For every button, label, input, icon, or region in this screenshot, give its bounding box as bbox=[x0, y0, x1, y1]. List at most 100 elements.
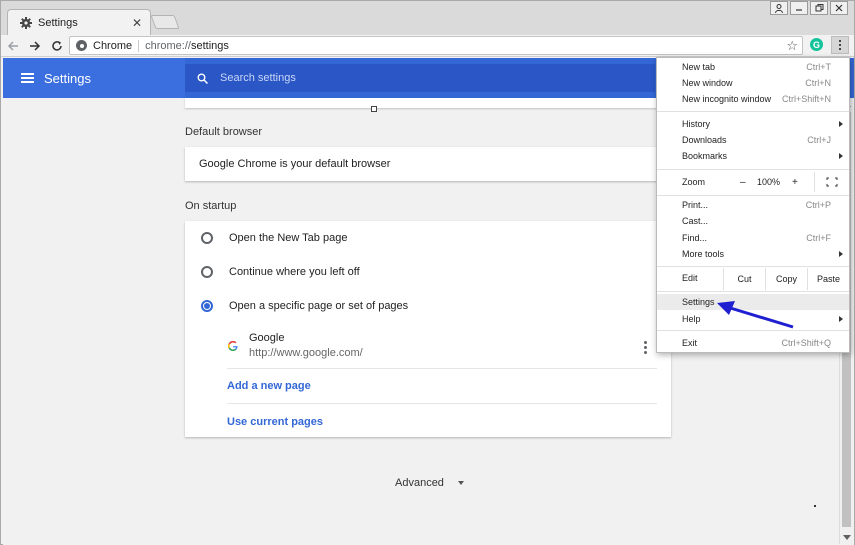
menu-item-label: More tools bbox=[682, 249, 725, 259]
toolbar: Chrome chrome://settings ☆ bbox=[1, 35, 854, 57]
minimize-icon[interactable] bbox=[790, 1, 808, 15]
url-path: settings bbox=[190, 39, 229, 52]
menu-item-cast[interactable]: Cast... bbox=[657, 213, 849, 229]
fullscreen-icon[interactable] bbox=[814, 172, 849, 192]
submenu-arrow-icon bbox=[839, 251, 843, 257]
menu-zoom-row: Zoom – 100% + bbox=[657, 172, 849, 192]
menu-item-new-incognito[interactable]: New incognito window Ctrl+Shift+N bbox=[657, 91, 849, 107]
menu-separator bbox=[657, 266, 849, 267]
on-startup-card: Open the New Tab page Continue where you… bbox=[185, 221, 671, 437]
search-placeholder: Search settings bbox=[220, 72, 296, 84]
advanced-toggle[interactable]: Advanced bbox=[395, 477, 464, 489]
menu-shortcut: Ctrl+Shift+N bbox=[781, 94, 831, 104]
address-bar[interactable]: Chrome chrome://settings ☆ bbox=[69, 36, 803, 55]
menu-item-label: New tab bbox=[682, 62, 716, 72]
menu-item-label: Cast... bbox=[682, 216, 709, 226]
close-window-icon[interactable] bbox=[830, 1, 848, 15]
zoom-level: 100% bbox=[757, 177, 781, 187]
menu-shortcut: Ctrl+P bbox=[805, 200, 831, 210]
tab-strip: Settings ✕ bbox=[1, 1, 854, 35]
profile-icon[interactable] bbox=[770, 1, 788, 15]
menu-separator bbox=[657, 291, 849, 292]
gear-icon bbox=[20, 16, 32, 29]
menu-item-history[interactable]: History bbox=[657, 116, 849, 132]
radio-button-checked[interactable] bbox=[201, 300, 213, 312]
google-favicon-icon bbox=[227, 340, 239, 352]
copy-button[interactable]: Copy bbox=[765, 268, 807, 290]
menu-item-label: Exit bbox=[682, 338, 698, 348]
menu-item-find[interactable]: Find... Ctrl+F bbox=[657, 230, 849, 246]
paste-button[interactable]: Paste bbox=[807, 268, 849, 290]
menu-item-label: Help bbox=[682, 314, 701, 324]
menu-item-bookmarks[interactable]: Bookmarks bbox=[657, 148, 849, 164]
menu-separator bbox=[657, 169, 849, 170]
startup-page-name: Google bbox=[249, 332, 285, 344]
menu-item-label: Bookmarks bbox=[682, 151, 728, 161]
on-startup-label: On startup bbox=[185, 200, 237, 212]
chrome-menu-button[interactable] bbox=[831, 36, 849, 54]
menu-item-new-window[interactable]: New window Ctrl+N bbox=[657, 75, 849, 91]
menu-separator bbox=[657, 111, 849, 112]
menu-edit-row: Edit Cut Copy Paste bbox=[657, 268, 849, 290]
site-chip: Chrome bbox=[93, 39, 140, 52]
menu-item-label: Downloads bbox=[682, 135, 727, 145]
menu-item-settings[interactable]: Settings bbox=[657, 294, 849, 310]
menu-item-print[interactable]: Print... Ctrl+P bbox=[657, 197, 849, 213]
stray-dot bbox=[814, 505, 816, 507]
submenu-arrow-icon bbox=[839, 153, 843, 159]
menu-item-more-tools[interactable]: More tools bbox=[657, 246, 849, 262]
menu-shortcut: Ctrl+N bbox=[805, 78, 831, 88]
startup-page-url: http://www.google.com/ bbox=[249, 347, 363, 359]
startup-page-entry: Google http://www.google.com/ bbox=[227, 323, 657, 369]
caret-down-icon bbox=[457, 481, 464, 485]
tab-title: Settings bbox=[38, 16, 78, 29]
advanced-label: Advanced bbox=[395, 477, 444, 489]
startup-option-continue[interactable]: Continue where you left off bbox=[185, 255, 671, 289]
browser-window: Settings ✕ Chrome chrome://settings ☆ G … bbox=[0, 0, 855, 545]
hamburger-menu-icon[interactable] bbox=[21, 73, 34, 83]
menu-item-help[interactable]: Help bbox=[657, 311, 849, 327]
back-icon[interactable] bbox=[3, 36, 23, 56]
previous-card bbox=[185, 98, 671, 108]
menu-shortcut: Ctrl+Shift+Q bbox=[781, 338, 831, 348]
menu-item-new-tab[interactable]: New tab Ctrl+T bbox=[657, 59, 849, 75]
search-icon bbox=[197, 73, 209, 84]
cut-button[interactable]: Cut bbox=[723, 268, 765, 290]
chrome-site-icon bbox=[76, 40, 87, 51]
add-new-page-link[interactable]: Add a new page bbox=[227, 369, 657, 404]
menu-item-label: New window bbox=[682, 78, 733, 88]
startup-option-label: Continue where you left off bbox=[229, 266, 360, 278]
tab-settings[interactable]: Settings ✕ bbox=[7, 9, 151, 35]
resize-handle[interactable] bbox=[371, 106, 377, 112]
startup-option-label: Open a specific page or set of pages bbox=[229, 300, 409, 312]
menu-item-downloads[interactable]: Downloads Ctrl+J bbox=[657, 132, 849, 148]
zoom-out-button[interactable]: – bbox=[740, 177, 746, 188]
menu-separator bbox=[657, 330, 849, 331]
search-input[interactable]: Search settings bbox=[185, 64, 655, 92]
submenu-arrow-icon bbox=[839, 121, 843, 127]
radio-button[interactable] bbox=[201, 232, 213, 244]
restore-icon[interactable] bbox=[810, 1, 828, 15]
new-tab-button[interactable] bbox=[150, 15, 180, 29]
chrome-menu: New tab Ctrl+T New window Ctrl+N New inc… bbox=[656, 57, 850, 353]
edit-label: Edit bbox=[682, 273, 698, 283]
menu-shortcut: Ctrl+F bbox=[806, 233, 831, 243]
menu-shortcut: Ctrl+J bbox=[807, 135, 831, 145]
menu-item-label: History bbox=[682, 119, 711, 129]
bookmark-star-icon[interactable]: ☆ bbox=[786, 38, 798, 54]
more-vert-icon[interactable] bbox=[644, 341, 647, 354]
scroll-down-icon[interactable] bbox=[843, 535, 851, 540]
startup-option-new-tab[interactable]: Open the New Tab page bbox=[185, 221, 671, 255]
use-current-pages-link[interactable]: Use current pages bbox=[227, 404, 657, 439]
default-browser-card: Google Chrome is your default browser bbox=[185, 147, 671, 181]
forward-icon[interactable] bbox=[25, 36, 45, 56]
header-left: Settings bbox=[3, 58, 185, 98]
menu-shortcut: Ctrl+T bbox=[806, 62, 831, 72]
startup-option-specific-pages[interactable]: Open a specific page or set of pages bbox=[185, 289, 671, 323]
zoom-in-button[interactable]: + bbox=[792, 177, 798, 188]
menu-item-exit[interactable]: Exit Ctrl+Shift+Q bbox=[657, 335, 849, 351]
radio-button[interactable] bbox=[201, 266, 213, 278]
close-tab-icon[interactable]: ✕ bbox=[130, 16, 144, 30]
grammarly-extension-icon[interactable]: G bbox=[810, 38, 823, 51]
reload-icon[interactable] bbox=[47, 36, 67, 56]
